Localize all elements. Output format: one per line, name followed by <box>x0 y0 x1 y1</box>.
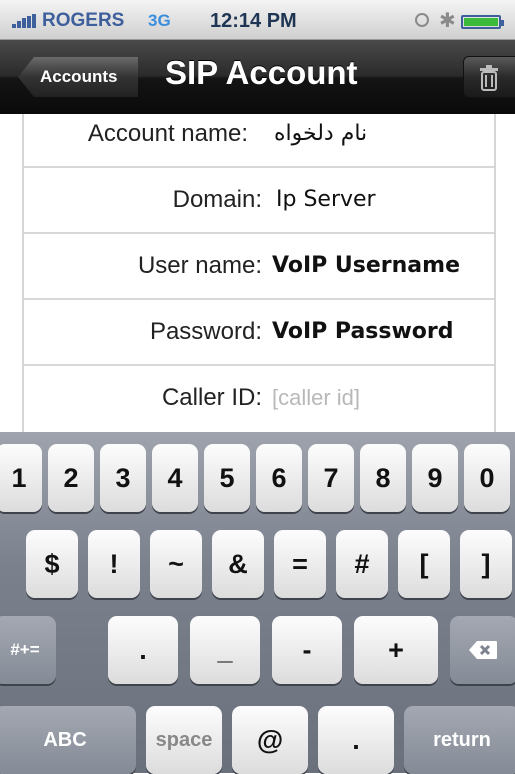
account-name-label: Account name: <box>87 120 248 147</box>
password-field[interactable]: VoIP Password <box>272 300 454 364</box>
key-8[interactable]: 8 <box>360 444 406 512</box>
key-7[interactable]: 7 <box>308 444 354 512</box>
key-5[interactable]: 5 <box>204 444 250 512</box>
account-form: Account name: نام دلخواه Domain: Ip Serv… <box>0 114 515 432</box>
carrier-name: ROGERS <box>42 10 125 31</box>
key-dot[interactable]: . <box>318 706 394 774</box>
on-screen-keyboard: 1 2 3 4 5 6 7 8 9 0 $ ! ~ & = # [ ] #+= … <box>0 432 515 774</box>
key-more-symbols[interactable]: #+= <box>0 616 56 684</box>
caller-id-row: Caller ID: [caller id] <box>24 364 494 430</box>
key-equals[interactable]: = <box>274 530 326 598</box>
username-field[interactable]: VoIP Username <box>272 234 460 298</box>
key-left-bracket[interactable]: [ <box>398 530 450 598</box>
key-dollar[interactable]: $ <box>26 530 78 598</box>
return-key[interactable]: return <box>404 706 515 774</box>
back-button-label: Accounts <box>40 67 118 86</box>
key-tilde[interactable]: ~ <box>150 530 202 598</box>
key-right-bracket[interactable]: ] <box>460 530 512 598</box>
delete-account-button[interactable] <box>463 56 515 98</box>
status-time: 12:14 PM <box>210 10 297 32</box>
key-period[interactable]: . <box>108 616 178 684</box>
key-at[interactable]: @ <box>232 706 308 774</box>
lock-rotation-icon <box>415 13 429 27</box>
domain-label: Domain: <box>172 186 262 213</box>
network-type: 3G <box>148 11 171 30</box>
key-underscore[interactable]: _ <box>190 616 260 684</box>
key-2[interactable]: 2 <box>48 444 94 512</box>
battery-icon <box>461 15 504 29</box>
trash-icon <box>480 65 498 91</box>
key-ampersand[interactable]: & <box>212 530 264 598</box>
signal-bars-icon <box>12 14 38 28</box>
account-name-row: Account name: نام دلخواه <box>24 114 494 166</box>
navigation-bar: Accounts SIP Account <box>0 40 515 114</box>
caller-id-field[interactable]: [caller id] <box>272 366 360 430</box>
domain-row: Domain: Ip Server <box>24 166 494 232</box>
caller-id-label: Caller ID: <box>161 384 262 411</box>
username-row: User name: VoIP Username <box>24 232 494 298</box>
key-0[interactable]: 0 <box>464 444 510 512</box>
password-row: Password: VoIP Password <box>24 298 494 364</box>
page-title: SIP Account <box>165 54 358 91</box>
bluetooth-icon: ✱ <box>439 10 456 32</box>
domain-field[interactable]: Ip Server <box>276 168 376 232</box>
key-plus[interactable]: + <box>354 616 438 684</box>
key-1[interactable]: 1 <box>0 444 42 512</box>
key-abc[interactable]: ABC <box>0 706 136 774</box>
delete-key[interactable] <box>450 616 515 684</box>
delete-backspace-icon <box>469 641 497 659</box>
status-bar: ROGERS 3G 12:14 PM ✱ <box>0 0 515 40</box>
key-6[interactable]: 6 <box>256 444 302 512</box>
accounts-back-button[interactable]: Accounts <box>18 57 138 97</box>
account-name-field[interactable]: نام دلخواه <box>274 114 367 166</box>
key-3[interactable]: 3 <box>100 444 146 512</box>
key-minus[interactable]: - <box>272 616 342 684</box>
key-exclamation[interactable]: ! <box>88 530 140 598</box>
password-label: Password: <box>149 318 262 345</box>
key-hash[interactable]: # <box>336 530 388 598</box>
key-9[interactable]: 9 <box>412 444 458 512</box>
key-4[interactable]: 4 <box>152 444 198 512</box>
username-label: User name: <box>137 252 262 279</box>
space-key[interactable]: space <box>146 706 222 774</box>
